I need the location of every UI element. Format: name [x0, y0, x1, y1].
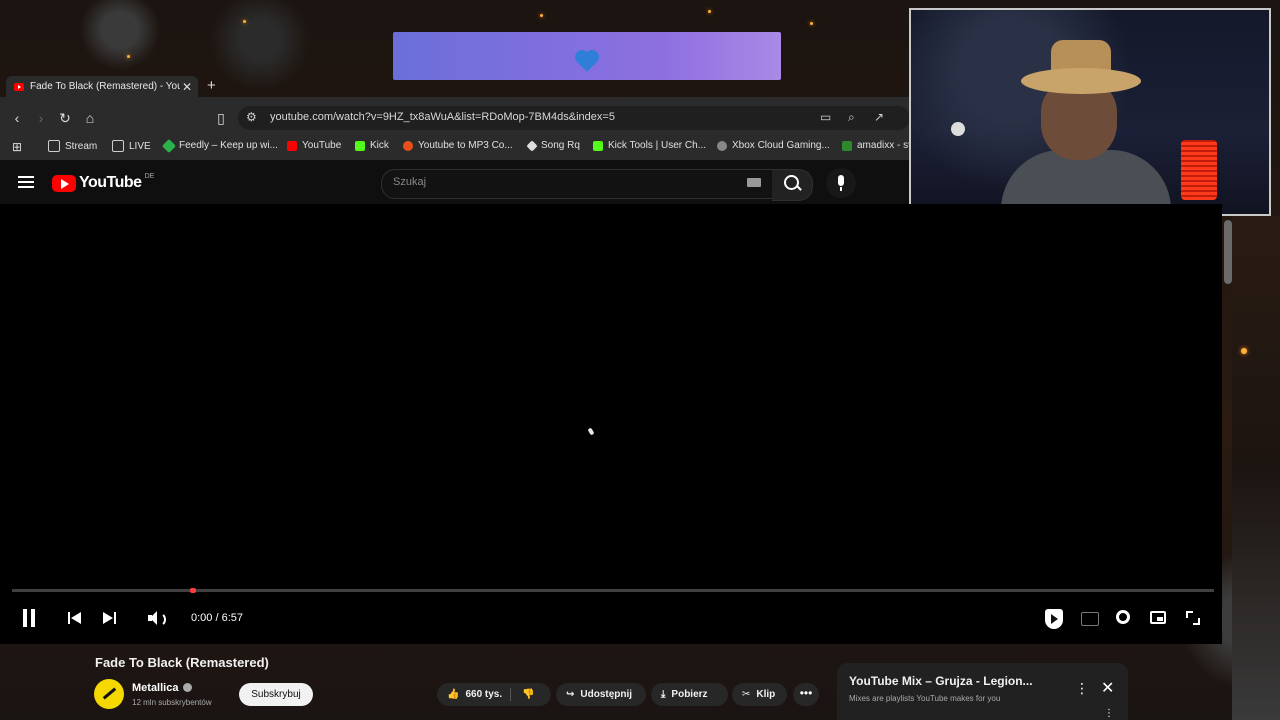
miniplayer-icon[interactable] — [1150, 611, 1166, 624]
progress-scrubber[interactable] — [190, 588, 196, 593]
search-input[interactable]: Szukaj — [393, 176, 426, 188]
sponsorblock-icon[interactable] — [1045, 609, 1063, 629]
mix-subtitle: Mixes are playlists YouTube makes for yo… — [849, 694, 1001, 703]
keyboard-icon[interactable] — [747, 178, 761, 187]
mp3-icon — [403, 140, 413, 151]
folder-icon — [48, 140, 60, 152]
download-button[interactable]: ⤓ Pobierz — [651, 683, 728, 706]
bookmark-mp3[interactable]: Youtube to MP3 Co... — [403, 140, 513, 151]
settings-icon[interactable] — [1116, 610, 1130, 624]
spark-decoration — [540, 14, 543, 17]
dislike-button[interactable]: 👎 — [516, 683, 551, 706]
menu-icon[interactable] — [18, 176, 34, 191]
youtube-logo[interactable]: YouTube DE — [52, 172, 155, 192]
youtube-play-icon — [52, 174, 76, 192]
bookmark-kick[interactable]: Kick — [355, 140, 389, 151]
xbox-icon — [717, 140, 727, 151]
song-icon — [526, 139, 538, 152]
forward-icon[interactable]: › — [32, 109, 50, 127]
like-count: 660 tys. — [465, 689, 503, 700]
zoom-icon[interactable]: ⌕ — [848, 110, 855, 125]
youtube-favicon-icon — [14, 82, 24, 91]
channel-name[interactable]: Metallica — [132, 682, 178, 694]
subtitles-icon[interactable] — [1081, 612, 1099, 626]
browser-tab[interactable]: Fade To Black (Remastered) - You ✕ — [6, 76, 198, 97]
pc-light — [1181, 140, 1217, 200]
logo-text: YouTube — [79, 174, 142, 191]
next-icon[interactable] — [103, 612, 117, 624]
search-box[interactable] — [381, 169, 773, 199]
spark-decoration — [810, 22, 813, 25]
tab-title: Fade To Black (Remastered) - You — [30, 81, 180, 92]
kick-icon — [593, 140, 603, 151]
bookmark-kick-tools[interactable]: Kick Tools | User Ch... — [593, 140, 706, 151]
download-icon: ⤓ — [661, 689, 666, 700]
more-actions-button[interactable]: ••• — [793, 683, 819, 706]
kebab-menu-icon[interactable]: ⋮ — [1104, 708, 1114, 719]
bookmark-xbox[interactable]: Xbox Cloud Gaming... — [717, 140, 830, 151]
video-player[interactable] — [0, 204, 1222, 644]
share-page-icon[interactable]: ↗ — [874, 110, 884, 124]
spark-decoration — [127, 55, 130, 58]
spark-decoration — [1241, 348, 1247, 354]
site-settings-icon[interactable]: ⚙ — [246, 110, 257, 124]
pause-icon[interactable] — [22, 609, 36, 627]
share-label: Udostępnij — [580, 689, 633, 700]
scrollbar[interactable] — [1224, 220, 1232, 284]
bookmark-stream[interactable]: Stream — [48, 140, 97, 152]
search-icon — [784, 175, 799, 190]
cast-icon[interactable]: ▭ — [820, 110, 831, 124]
kick-icon — [355, 140, 365, 151]
bookmark-icon[interactable]: ▯ — [212, 109, 230, 127]
download-label: Pobierz — [671, 689, 708, 700]
back-icon[interactable]: ‹ — [8, 109, 26, 127]
spark-decoration — [708, 10, 711, 13]
apps-grid-icon[interactable]: ⊞ — [8, 138, 26, 156]
folder-icon — [112, 140, 124, 152]
mic-icon[interactable] — [826, 168, 856, 198]
new-tab-button[interactable]: + — [207, 77, 216, 94]
home-icon[interactable]: ⌂ — [81, 109, 99, 127]
subscribe-button[interactable]: Subskrybuj — [239, 683, 313, 706]
stream-side-decoration — [1232, 216, 1280, 720]
avatar[interactable] — [94, 679, 124, 709]
kebab-menu-icon[interactable]: ⋮ — [1075, 680, 1089, 697]
spark-decoration — [243, 20, 246, 23]
scissors-icon: ✂ — [742, 689, 751, 700]
twitch-icon — [842, 140, 852, 151]
video-title: Fade To Black (Remastered) — [95, 655, 269, 670]
clip-label: Klip — [756, 689, 776, 700]
bookmark-amadixx[interactable]: amadixx - st — [842, 140, 911, 151]
like-divider — [510, 688, 511, 701]
share-icon: ↪ — [566, 689, 575, 700]
thumbs-up-icon: 👍 — [447, 689, 460, 700]
thumbs-down-icon: 👎 — [522, 689, 535, 700]
logo-region: DE — [144, 172, 155, 180]
bookmark-feedly[interactable]: Feedly – Keep up wi... — [161, 138, 278, 153]
bookmark-live[interactable]: LIVE — [112, 140, 151, 152]
mix-title[interactable]: YouTube Mix – Grujza - Legion... — [849, 674, 1033, 688]
time-display: 0:00 / 6:57 — [191, 612, 243, 624]
close-icon[interactable]: ✕ — [1101, 678, 1114, 698]
subscriber-count: 12 mln subskrybentów — [132, 698, 212, 707]
webcam-overlay — [909, 8, 1271, 216]
fullscreen-icon[interactable] — [1186, 611, 1200, 625]
tab-close-icon[interactable]: ✕ — [180, 80, 194, 94]
reload-icon[interactable]: ↻ — [56, 109, 74, 127]
feedly-icon — [161, 138, 177, 153]
hat-brim — [1021, 68, 1141, 94]
previous-icon[interactable] — [68, 612, 82, 624]
skull-decoration — [951, 122, 965, 136]
clip-button[interactable]: ✂ Klip — [732, 683, 787, 706]
url-text[interactable]: youtube.com/watch?v=9HZ_tx8aWuA&list=RDo… — [270, 111, 615, 123]
bookmark-youtube[interactable]: YouTube — [287, 140, 341, 151]
verified-icon — [183, 683, 192, 692]
share-button[interactable]: ↪ Udostępnij — [556, 683, 646, 706]
youtube-icon — [287, 140, 297, 151]
bookmark-song-rq[interactable]: Song Rq — [526, 139, 580, 152]
